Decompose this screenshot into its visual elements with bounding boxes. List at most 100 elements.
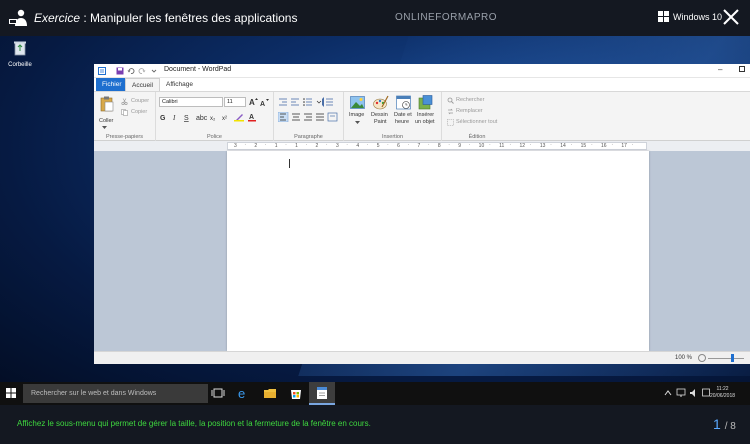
select-all-icon[interactable] (447, 119, 454, 126)
paint-drawing-label-1[interactable]: Dessin (371, 112, 388, 118)
ruler-mark: 13 (539, 143, 546, 149)
replace-button[interactable]: Remplacer (456, 108, 483, 114)
ruler-mark: 16 (601, 143, 607, 149)
paint-drawing-icon[interactable] (373, 95, 389, 110)
minimize-button[interactable]: – (718, 65, 722, 74)
zoom-slider-track[interactable] (708, 358, 744, 359)
image-button[interactable]: Image (349, 112, 364, 118)
insert-object-icon[interactable] (418, 95, 433, 110)
tab-file[interactable]: Fichier (96, 78, 128, 91)
date-time-label-1[interactable]: Date et (394, 112, 412, 118)
ruler-mark: 2 (315, 143, 319, 149)
ruler-dot: · (509, 142, 512, 148)
ruler-mark: 3 (335, 143, 339, 149)
ruler-dot: · (590, 142, 593, 148)
edge-browser-icon[interactable]: e (237, 386, 251, 400)
image-icon[interactable] (350, 96, 365, 109)
editing-group: Rechercher Remplacer Sélectionner tout É… (442, 92, 512, 142)
brand-name: ONLINEFORMAPRO (395, 12, 498, 23)
undo-icon[interactable] (127, 67, 135, 75)
paint-drawing-label-2[interactable]: Paint (374, 119, 387, 125)
ruler-dot: · (366, 142, 369, 148)
font-size-select[interactable]: 11 (224, 97, 246, 107)
trainer-logo-icon (9, 9, 27, 26)
alignment-icons (278, 112, 338, 122)
file-explorer-icon[interactable] (263, 386, 277, 400)
insert-object-label-1[interactable]: Insérer (417, 112, 434, 118)
show-hidden-icons-chevron-icon[interactable] (664, 388, 672, 398)
date-time-label-2[interactable]: heure (395, 119, 409, 125)
recycle-bin-shortcut[interactable]: Corbeille (8, 40, 32, 68)
paragraph-group: Paragraphe (274, 92, 344, 142)
paste-button[interactable]: Coller (99, 118, 113, 124)
cut-button[interactable]: Couper (131, 98, 149, 104)
ruler-dot: · (468, 142, 471, 148)
volume-icon[interactable] (689, 388, 699, 398)
ruler-dot: · (529, 142, 532, 148)
ruler-dot: · (611, 142, 614, 148)
network-icon[interactable] (676, 388, 686, 398)
ruler[interactable]: 3 · 2 · 1 · 1 · 2 · 3 · 4 · 5 · 6 · 7 · 8 · 9 · 10 · 11 · 12 · 13 · 14 · 1… (227, 142, 647, 150)
window-title: Document - WordPad (164, 66, 232, 73)
title-bar[interactable]: Document - WordPad – (94, 64, 750, 78)
ruler-mark: 4 (356, 143, 360, 149)
ribbon: Coller Couper Copier Presse-papiers Cali… (94, 91, 750, 142)
maximize-button[interactable] (739, 66, 745, 72)
redo-icon[interactable] (138, 67, 146, 75)
font-format-icons: G I S abc x₂ x² A (160, 114, 256, 122)
svg-text:I: I (172, 114, 176, 122)
ruler-mark: 15 (580, 143, 587, 149)
grow-font-icon[interactable]: A (249, 97, 258, 106)
ruler-mark: 11 (499, 143, 505, 149)
cut-icon[interactable] (121, 98, 128, 105)
task-view-icon[interactable] (211, 386, 225, 400)
wordpad-app-icon[interactable] (98, 67, 106, 75)
zoom-out-button[interactable] (698, 354, 706, 362)
recycle-bin-label: Corbeille (8, 62, 32, 68)
find-button[interactable]: Rechercher (456, 97, 484, 103)
ruler-mark: 2 (254, 143, 258, 149)
wordpad-taskbar-button[interactable] (309, 382, 335, 405)
zoom-slider-thumb[interactable] (731, 354, 734, 362)
image-dropdown-icon[interactable] (355, 121, 360, 125)
wordpad-taskbar-icon (317, 387, 327, 399)
shrink-font-icon[interactable]: A (260, 98, 269, 107)
svg-text:e: e (238, 386, 245, 400)
customize-toolbar-chevron-icon[interactable] (150, 67, 158, 75)
ruler-dot: · (407, 142, 410, 148)
date-time-icon[interactable] (396, 95, 411, 110)
instruction-bar: Affichez le sous-menu qui permet de gére… (0, 405, 750, 444)
svg-text:S: S (184, 115, 189, 122)
copy-icon[interactable] (121, 109, 128, 116)
copy-button[interactable]: Copier (131, 109, 147, 115)
ruler-bar: 3 · 2 · 1 · 1 · 2 · 3 · 4 · 5 · 6 · 7 · 8 · 9 · 10 · 11 · 12 · 13 · 14 · 1… (94, 141, 750, 151)
close-exercise-icon[interactable] (722, 8, 740, 26)
ruler-mark: 5 (376, 143, 380, 149)
store-icon[interactable] (289, 386, 303, 400)
ruler-mark: 9 (458, 143, 462, 149)
taskbar-clock[interactable]: 11:22 20/06/2018 (710, 386, 735, 400)
document-area (94, 151, 750, 351)
svg-text:A: A (260, 101, 265, 107)
ribbon-tabs: Fichier Accueil Affichage (94, 78, 750, 92)
replace-icon[interactable] (447, 108, 454, 115)
tab-home[interactable]: Accueil (125, 78, 160, 92)
tab-view[interactable]: Affichage (160, 78, 199, 91)
font-family-select[interactable]: Calibri (159, 97, 223, 107)
step-counter: 1 / 8 (713, 416, 736, 432)
start-windows-icon[interactable] (4, 386, 18, 400)
insert-object-label-2[interactable]: un objet (415, 119, 435, 125)
find-icon[interactable] (447, 97, 454, 104)
select-all-button[interactable]: Sélectionner tout (456, 119, 497, 125)
ruler-dot: · (448, 142, 451, 148)
document-page[interactable] (227, 151, 649, 351)
save-icon[interactable] (116, 67, 124, 75)
ruler-mark: 6 (397, 143, 400, 149)
paste-icon[interactable] (100, 96, 114, 112)
taskbar-search-input[interactable]: Rechercher sur le web et dans Windows (23, 384, 208, 403)
svg-text:A: A (249, 98, 255, 106)
notification-icon[interactable] (702, 388, 710, 398)
instruction-text: Affichez le sous-menu qui permet de gére… (17, 419, 371, 428)
paste-dropdown-icon[interactable] (102, 126, 107, 130)
svg-text:x²: x² (222, 116, 227, 122)
